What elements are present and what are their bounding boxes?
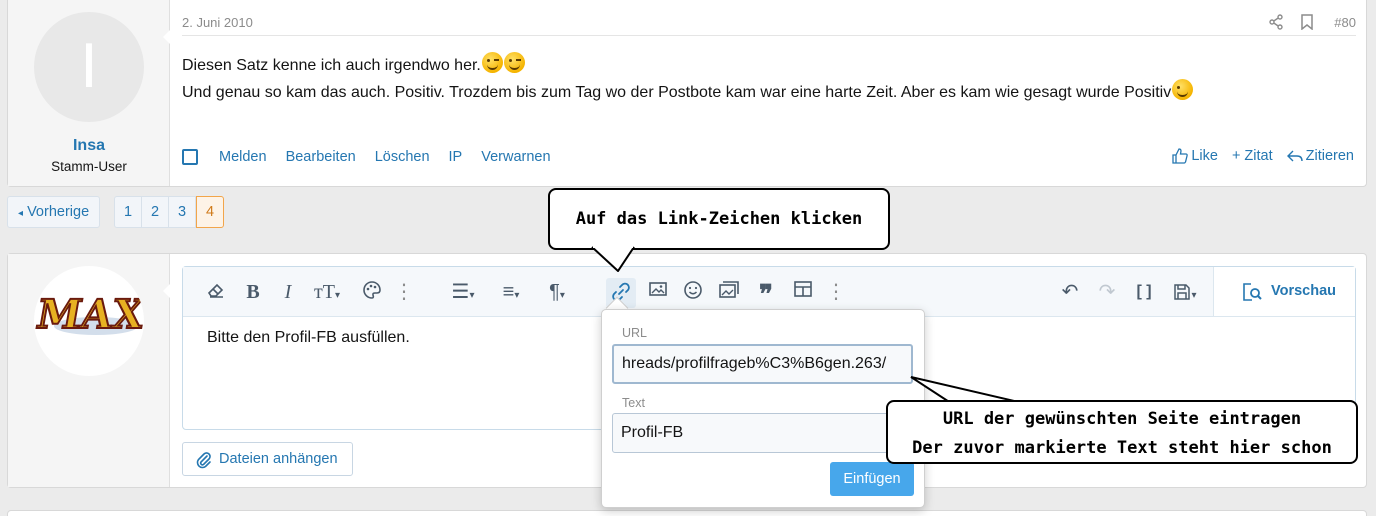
user-column: I Insa Stamm-User — [8, 0, 170, 186]
username-link[interactable]: Insa — [8, 137, 170, 155]
eraser-icon[interactable] — [203, 280, 229, 306]
edit-link[interactable]: Bearbeiten — [286, 149, 356, 165]
editor-content[interactable]: Bitte den Profil-FB ausfüllen. — [207, 329, 410, 347]
select-checkbox[interactable] — [182, 149, 198, 165]
ip-link[interactable]: IP — [449, 149, 463, 165]
image-icon[interactable] — [645, 280, 671, 306]
report-link[interactable]: Melden — [219, 149, 267, 165]
font-size-icon[interactable]: тT▾ — [307, 280, 347, 306]
page-4-current[interactable]: 4 — [196, 196, 224, 228]
page-3[interactable]: 3 — [168, 196, 196, 228]
delete-link[interactable]: Löschen — [375, 149, 430, 165]
avatar[interactable]: I — [34, 12, 144, 122]
preview-button[interactable]: Vorschau — [1213, 267, 1355, 316]
divider — [182, 35, 1356, 36]
page-1[interactable]: 1 — [114, 196, 142, 228]
post-reactions: Like + Zitat Zitieren — [1172, 148, 1354, 164]
undo-icon[interactable]: ↶ — [1057, 280, 1083, 306]
align-icon[interactable]: ≡▾ — [493, 280, 529, 306]
redo-icon[interactable]: ↷ — [1094, 280, 1120, 306]
link-text-input[interactable]: Profil-FB — [612, 413, 913, 453]
paperclip-icon — [196, 452, 211, 469]
list-icon[interactable]: ☰▾ — [445, 280, 481, 306]
url-label: URL — [622, 326, 648, 340]
insert-button[interactable]: Einfügen — [830, 462, 914, 496]
callout-line-1: URL der gewünschten Seite eintragen — [942, 409, 1302, 429]
previous-page-button[interactable]: ◂ Vorherige — [7, 196, 101, 228]
next-block-edge — [7, 510, 1367, 516]
bold-icon[interactable]: B — [240, 280, 266, 306]
italic-icon[interactable]: I — [275, 280, 301, 306]
insert-link-popup: URL hreads/profilfrageb%C3%B6gen.263/ Te… — [601, 309, 925, 508]
avatar: MAX — [34, 266, 144, 376]
attach-files-button[interactable]: Dateien anhängen — [182, 442, 353, 476]
bbcode-toggle-icon[interactable]: [ ] — [1131, 280, 1157, 306]
text-label: Text — [622, 396, 645, 410]
callout-pointer — [591, 246, 635, 272]
warn-link[interactable]: Verwarnen — [481, 149, 550, 165]
more-options-icon[interactable]: ⋮ — [391, 280, 417, 306]
callout-link-hint: Auf das Link-Zeichen klicken — [548, 188, 890, 250]
callout-url-hint: URL der gewünschten Seite eintragen Der … — [886, 400, 1358, 464]
palette-icon[interactable] — [359, 280, 385, 306]
wink-emoji-icon — [481, 52, 503, 73]
svg-text:MAX: MAX — [34, 290, 144, 338]
thumbs-up-icon — [1172, 148, 1189, 164]
like-button[interactable]: Like — [1172, 148, 1218, 164]
media-gallery-icon[interactable] — [716, 280, 742, 306]
more-options-icon[interactable]: ⋮ — [823, 280, 849, 306]
bookmark-icon[interactable] — [1300, 14, 1314, 35]
preview-icon — [1243, 283, 1262, 301]
post-date[interactable]: 2. Juni 2010 — [182, 15, 253, 30]
user-title: Stamm-User — [51, 159, 127, 174]
quote-button[interactable]: + Zitat — [1232, 148, 1273, 164]
reply-icon — [1286, 150, 1303, 162]
user-arrow — [163, 30, 170, 44]
table-icon[interactable] — [790, 280, 816, 306]
wink-emoji-icon — [503, 52, 525, 73]
user-arrow — [163, 284, 170, 298]
callout-line-2: Der zuvor markierte Text steht hier scho… — [912, 438, 1332, 458]
page-2[interactable]: 2 — [141, 196, 169, 228]
chevron-left-icon: ◂ — [18, 208, 24, 219]
post-number[interactable]: #80 — [1334, 15, 1356, 30]
smile-emoji-icon — [1172, 79, 1194, 100]
reply-button[interactable]: Zitieren — [1286, 148, 1354, 164]
save-draft-icon[interactable]: ▾ — [1167, 280, 1203, 306]
post-actions: Melden Bearbeiten Löschen IP Verwarnen — [182, 149, 570, 165]
quote-icon[interactable]: ❞ — [753, 280, 779, 309]
message-line-1: Diesen Satz kenne ich auch irgendwo her. — [182, 52, 525, 75]
paragraph-icon[interactable]: ¶▾ — [539, 280, 575, 306]
message-line-2: Und genau so kam das auch. Positiv. Troz… — [182, 79, 1194, 102]
url-input[interactable]: hreads/profilfrageb%C3%B6gen.263/ — [612, 344, 913, 384]
share-icon[interactable] — [1268, 14, 1284, 35]
post-80: I Insa Stamm-User 2. Juni 2010 #80 Diese… — [7, 0, 1367, 187]
user-column: MAX — [8, 254, 170, 487]
smiley-icon[interactable] — [680, 280, 706, 306]
